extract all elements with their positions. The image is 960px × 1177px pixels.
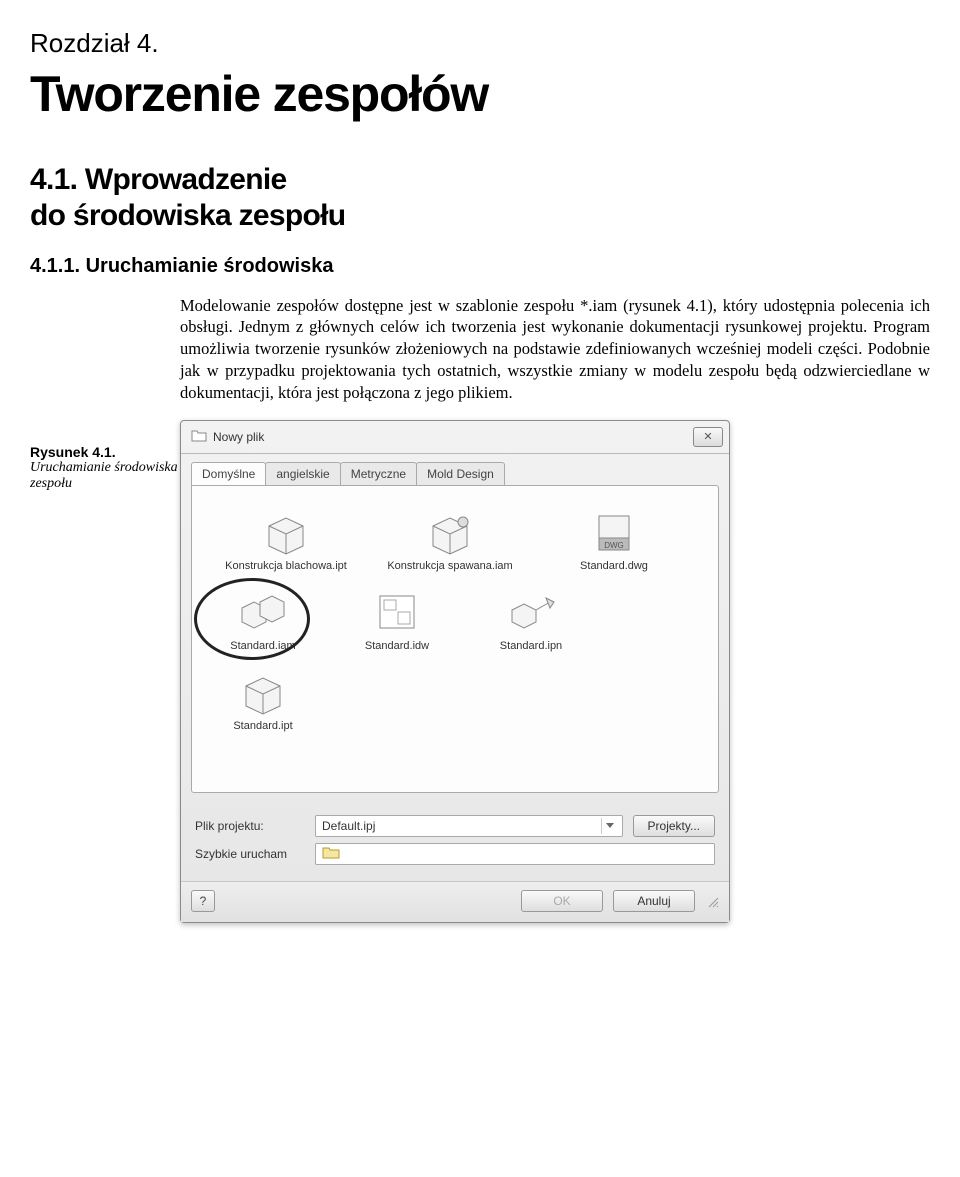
tab-english[interactable]: angielskie — [265, 462, 340, 485]
chapter-title: Tworzenie zespołów — [30, 65, 930, 123]
body-paragraph: Modelowanie zespołów dostępne jest w sza… — [180, 295, 930, 404]
folder-icon — [322, 845, 340, 862]
template-iam[interactable]: Standard.iam — [208, 588, 318, 652]
template-label: Standard.iam — [230, 640, 295, 652]
subsection-title: 4.1.1. Uruchamianie środowiska — [30, 255, 930, 278]
project-file-dropdown[interactable]: Default.ipj — [315, 815, 623, 837]
template-label: Konstrukcja spawana.iam — [387, 560, 512, 572]
template-label: Standard.idw — [365, 640, 429, 652]
box-cube-icon — [259, 508, 313, 556]
template-weldment[interactable]: Konstrukcja spawana.iam — [372, 508, 528, 572]
figure-caption-subtitle: Uruchamianie środowiska zespołu — [30, 460, 180, 492]
svg-text:DWG: DWG — [604, 541, 624, 550]
tab-panel: Konstrukcja blachowa.ipt Konstrukcja spa… — [191, 485, 719, 793]
section-title-line1: 4.1. Wprowadzenie — [30, 163, 930, 197]
tab-metric[interactable]: Metryczne — [340, 462, 417, 485]
template-sheetmetal[interactable]: Konstrukcja blachowa.ipt — [208, 508, 364, 572]
section-title-line2: do środowiska zespołu — [30, 199, 930, 233]
template-ipt[interactable]: Standard.ipt — [208, 668, 318, 732]
template-label: Standard.ipn — [500, 640, 562, 652]
tab-mold[interactable]: Mold Design — [416, 462, 505, 485]
quick-launch-label: Szybkie urucham — [195, 847, 305, 861]
template-label: Standard.ipt — [233, 720, 292, 732]
figure-caption-title: Rysunek 4.1. — [30, 444, 180, 460]
dialog-footer: ? OK Anuluj — [181, 881, 729, 922]
template-dwg[interactable]: DWG Standard.dwg — [536, 508, 692, 572]
close-icon: ✕ — [703, 430, 712, 443]
template-idw[interactable]: Standard.idw — [342, 588, 452, 652]
project-file-value: Default.ipj — [322, 819, 375, 833]
chevron-down-icon — [601, 818, 618, 834]
close-button[interactable]: ✕ — [693, 427, 723, 447]
help-button[interactable]: ? — [191, 890, 215, 912]
dwg-file-icon: DWG — [587, 508, 641, 556]
file-icon — [191, 428, 207, 445]
help-icon: ? — [200, 894, 207, 908]
new-file-dialog: Nowy plik ✕ Domyślne angielskie Metryczn… — [180, 420, 730, 923]
ok-button[interactable]: OK — [521, 890, 603, 912]
chapter-label: Rozdział 4. — [30, 28, 930, 59]
template-label: Standard.dwg — [580, 560, 648, 572]
drawing-sheet-icon — [370, 588, 424, 636]
project-file-label: Plik projektu: — [195, 819, 305, 833]
quick-launch-field[interactable] — [315, 843, 715, 865]
welded-cube-icon — [423, 508, 477, 556]
tab-default[interactable]: Domyślne — [191, 462, 266, 485]
template-label: Konstrukcja blachowa.ipt — [225, 560, 347, 572]
assembly-cubes-icon — [236, 588, 290, 636]
cancel-button[interactable]: Anuluj — [613, 890, 695, 912]
projects-button[interactable]: Projekty... — [633, 815, 715, 837]
resize-grip-icon — [705, 894, 719, 908]
project-area: Plik projektu: Default.ipj Projekty... S… — [181, 803, 729, 881]
presentation-icon — [504, 588, 558, 636]
dialog-title: Nowy plik — [213, 430, 264, 444]
box-cube-icon — [236, 668, 290, 716]
dialog-titlebar: Nowy plik ✕ — [181, 421, 729, 454]
template-ipn[interactable]: Standard.ipn — [476, 588, 586, 652]
tabs-bar: Domyślne angielskie Metryczne Mold Desig… — [181, 454, 729, 485]
